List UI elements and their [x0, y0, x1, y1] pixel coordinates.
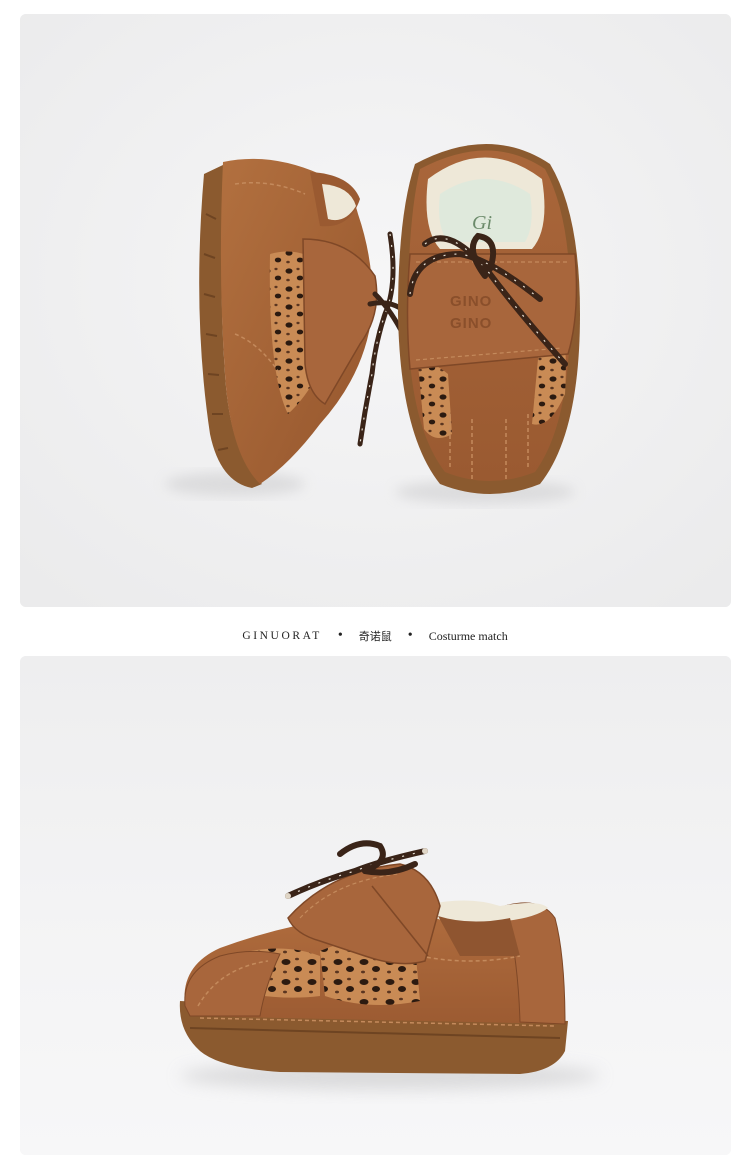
svg-text:GINO: GINO [450, 293, 492, 310]
separator-dot: • [337, 628, 343, 643]
product-photo-top: Gi GINO GINO [20, 14, 731, 607]
svg-text:GINO: GINO [450, 315, 492, 332]
separator-dot: • [407, 628, 413, 643]
svg-text:Gi: Gi [472, 212, 492, 234]
right-shoe: Gi GINO GINO [398, 144, 580, 494]
product-photo-bottom [20, 656, 731, 1155]
shoes-pair-illustration: Gi GINO GINO [20, 14, 731, 607]
shoe-side-illustration [20, 656, 731, 1155]
brand-name: GINUORAT [242, 630, 322, 642]
insole-logo-text: Gi [472, 212, 492, 234]
tagline: Costurme match [428, 628, 508, 643]
brand-chinese-name: 奇诺鼠 [358, 630, 392, 643]
brand-caption: GINUORAT • 奇诺鼠 • Costurme match [0, 624, 750, 648]
